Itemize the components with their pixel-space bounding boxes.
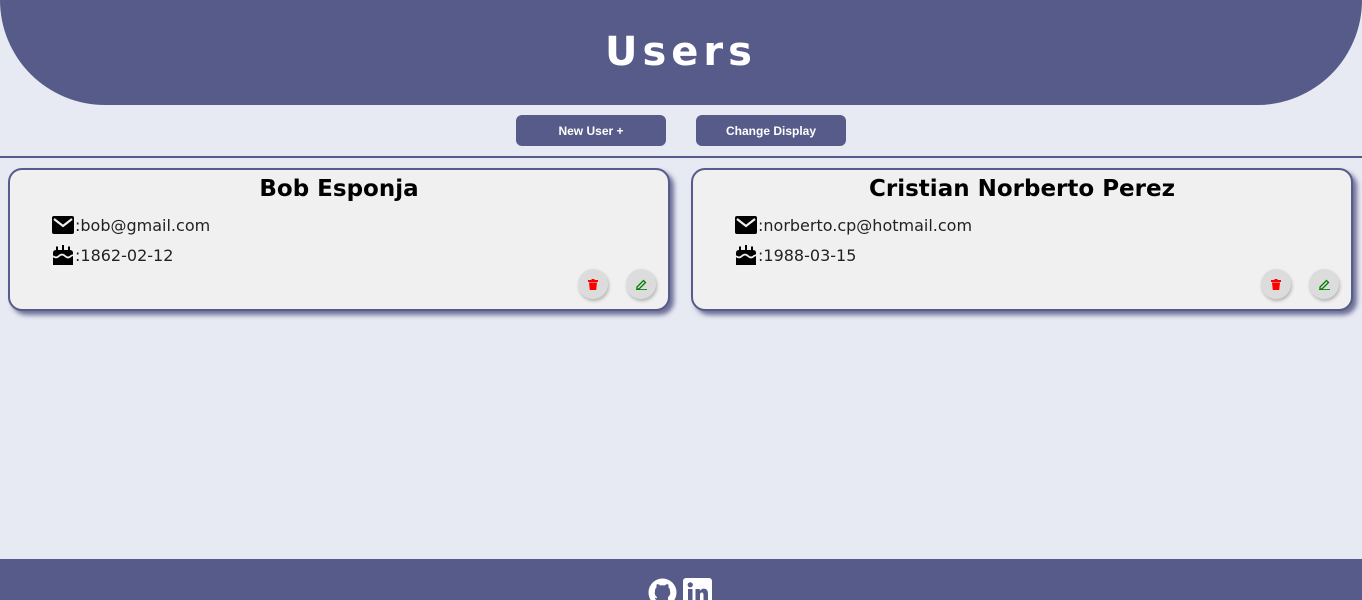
user-card: Bob Esponja : bob@gmail.com :1862-02-12 (8, 168, 670, 311)
page-footer (0, 559, 1362, 600)
user-email-row: : bob@gmail.com (52, 215, 210, 235)
edit-user-button[interactable] (1309, 269, 1339, 299)
page-header: Users (0, 0, 1362, 105)
user-email-row: : norberto.cp@hotmail.com (735, 215, 972, 235)
user-birthdate-row: :1988-03-15 (735, 245, 856, 265)
delete-user-button[interactable] (578, 269, 608, 299)
user-birthdate: 1862-02-12 (80, 245, 174, 265)
edit-user-button[interactable] (626, 269, 656, 299)
user-email: bob@gmail.com (80, 215, 211, 235)
pencil-icon (635, 279, 647, 290)
envelope-icon (52, 216, 74, 234)
user-birthdate: 1988-03-15 (763, 245, 857, 265)
user-email: norberto.cp@hotmail.com (763, 215, 973, 235)
toolbar: New User + Change Display (0, 115, 1362, 146)
divider (0, 156, 1362, 158)
envelope-icon (735, 216, 757, 234)
card-actions (1261, 269, 1339, 299)
cake-icon (52, 245, 74, 265)
card-actions (578, 269, 656, 299)
user-card: Cristian Norberto Perez : norberto.cp@hot… (691, 168, 1353, 311)
new-user-button[interactable]: New User + (516, 115, 666, 146)
github-icon[interactable] (648, 578, 677, 600)
change-display-button[interactable]: Change Display (696, 115, 846, 146)
user-name: Cristian Norberto Perez (869, 176, 1175, 202)
pencil-icon (1318, 279, 1330, 290)
delete-user-button[interactable] (1261, 269, 1291, 299)
cake-icon (735, 245, 757, 265)
trash-icon (588, 278, 598, 290)
linkedin-icon[interactable] (683, 578, 712, 600)
user-birthdate-row: :1862-02-12 (52, 245, 173, 265)
user-name: Bob Esponja (259, 176, 419, 202)
trash-icon (1271, 278, 1281, 290)
page-title: Users (605, 28, 757, 75)
